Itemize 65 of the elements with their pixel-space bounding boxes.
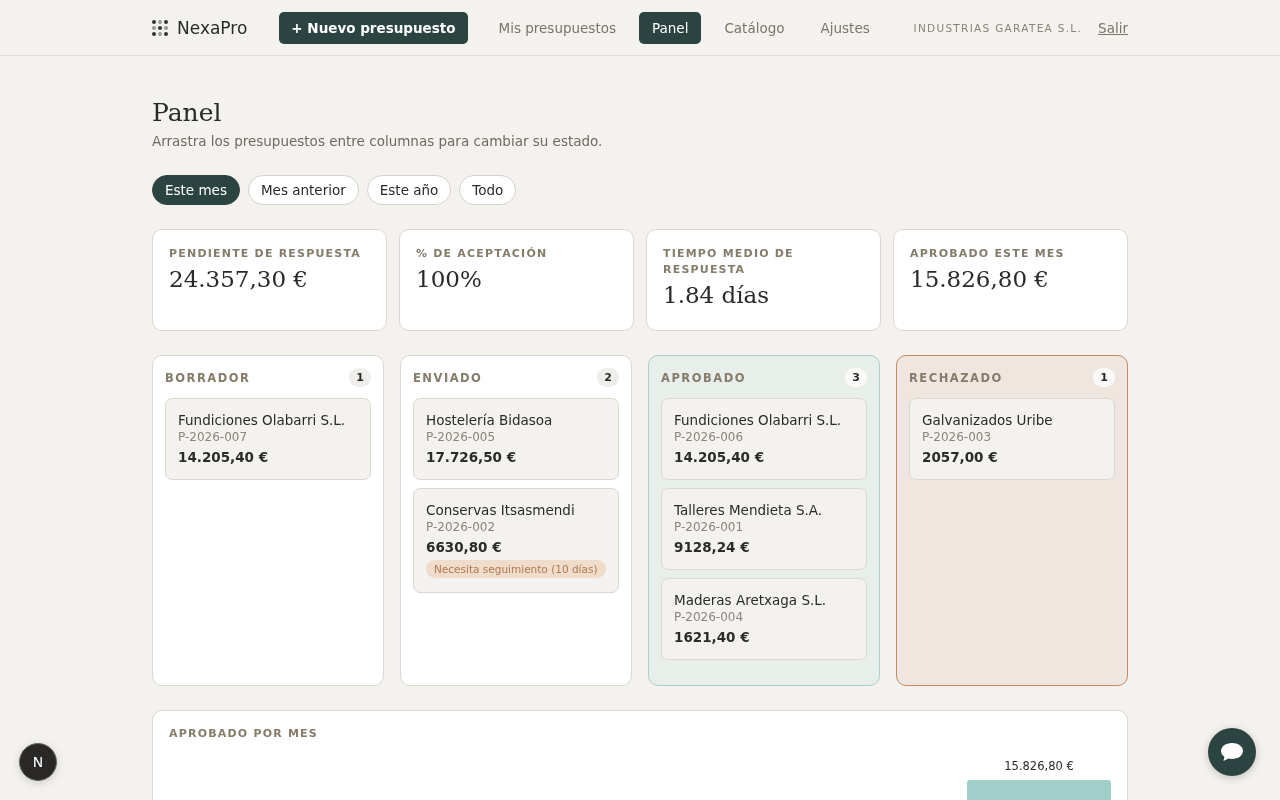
quote-card[interactable]: Talleres Mendieta S.A. P-2026-001 9128,24 € <box>661 488 867 570</box>
client-name: Fundiciones Olabarri S.L. <box>178 412 347 428</box>
client-name: Fundiciones Olabarri S.L. <box>674 412 843 428</box>
client-name: Hostelería Bidasoa <box>426 412 554 428</box>
period-filter[interactable]: Todo <box>459 175 517 205</box>
quote-amount: 2057,00 € <box>922 449 999 465</box>
quote-ref: P-2026-006 <box>674 430 745 444</box>
stat-label: APROBADO ESTE MES <box>910 246 1066 262</box>
column-title: RECHAZADO <box>909 370 1003 385</box>
quote-ref: P-2026-003 <box>922 430 993 444</box>
follow-up-tag: Necesita seguimiento (10 días) <box>426 560 606 578</box>
stat-label: % DE ACEPTACIÓN <box>416 246 549 262</box>
quote-card[interactable]: Hostelería Bidasoa P-2026-005 17.726,50 € <box>413 398 619 480</box>
period-filter[interactable]: Este mes <box>152 175 240 205</box>
quote-ref: P-2026-001 <box>674 520 745 534</box>
quote-card[interactable]: Maderas Aretxaga S.L. P-2026-004 1621,40 € <box>661 578 867 660</box>
quote-card[interactable]: Fundiciones Olabarri S.L. P-2026-007 14.205,40 € <box>165 398 371 480</box>
quote-amount: 17.726,50 € <box>426 449 518 465</box>
count-badge: 1 <box>349 368 371 387</box>
nav-link[interactable]: Ajustes <box>807 11 883 44</box>
quote-card[interactable]: Fundiciones Olabarri S.L. P-2026-006 14.205,40 € <box>661 398 867 480</box>
period-filter[interactable]: Mes anterior <box>247 175 359 205</box>
stat-value: 24.357,30 € <box>169 266 309 292</box>
grid-logo-icon <box>152 19 168 36</box>
chart-title: APROBADO POR MES <box>169 727 319 740</box>
quote-card[interactable]: Galvanizados Uribe P-2026-003 2057,00 € <box>909 398 1115 480</box>
client-name: Conservas Itsasmendi <box>426 502 576 518</box>
quote-ref: P-2026-005 <box>426 430 497 444</box>
column-title: APROBADO <box>661 370 746 385</box>
quote-amount: 14.205,40 € <box>178 449 270 465</box>
quote-ref: P-2026-004 <box>674 610 745 624</box>
logout-link[interactable]: Salir <box>1098 19 1128 36</box>
quote-amount: 9128,24 € <box>674 539 751 555</box>
quote-amount: 14.205,40 € <box>674 449 766 465</box>
nav-link[interactable]: Catálogo <box>711 11 798 44</box>
client-name: Talleres Mendieta S.A. <box>674 502 824 518</box>
client-name: Galvanizados Uribe <box>922 412 1054 428</box>
stat-label: TIEMPO MEDIO DE RESPUESTA <box>663 246 795 278</box>
quote-card[interactable]: Conservas Itsasmendi P-2026-002 6630,80 € Necesita seguimiento (10 días) <box>413 488 619 593</box>
company-name: INDUSTRIAS GARATEA S.L. <box>913 21 1083 34</box>
chat-button[interactable] <box>1208 728 1256 776</box>
nav-link[interactable]: Mis presupuestos <box>485 11 629 44</box>
nav-link[interactable]: Panel <box>639 11 702 44</box>
stat-value: 1.84 días <box>663 282 771 308</box>
count-badge: 1 <box>1093 368 1115 387</box>
page-title: Panel <box>152 98 223 127</box>
client-name: Maderas Aretxaga S.L. <box>674 592 828 608</box>
stat-value: 100% <box>416 266 483 292</box>
brand-name[interactable]: NexaPro <box>177 17 248 38</box>
stat-value: 15.826,80 € <box>910 266 1050 292</box>
bar-value-label: 15.826,80 € <box>1004 759 1074 773</box>
dev-badge[interactable]: N <box>19 743 57 781</box>
column-title: ENVIADO <box>413 370 483 385</box>
stat-label: PENDIENTE DE RESPUESTA <box>169 246 362 262</box>
count-badge: 2 <box>597 368 619 387</box>
quote-amount: 6630,80 € <box>426 539 503 555</box>
period-filter[interactable]: Este año <box>366 175 452 205</box>
page-subtitle: Arrastra los presupuestos entre columnas para cambiar su estado. <box>152 133 604 149</box>
column-title: BORRADOR <box>165 370 251 385</box>
count-badge: 3 <box>845 368 867 387</box>
quote-ref: P-2026-007 <box>178 430 249 444</box>
chat-icon <box>1220 742 1244 762</box>
new-quote-button[interactable]: + Nuevo presupuesto <box>279 11 468 44</box>
quote-ref: P-2026-002 <box>426 520 497 534</box>
quote-amount: 1621,40 € <box>674 629 751 645</box>
